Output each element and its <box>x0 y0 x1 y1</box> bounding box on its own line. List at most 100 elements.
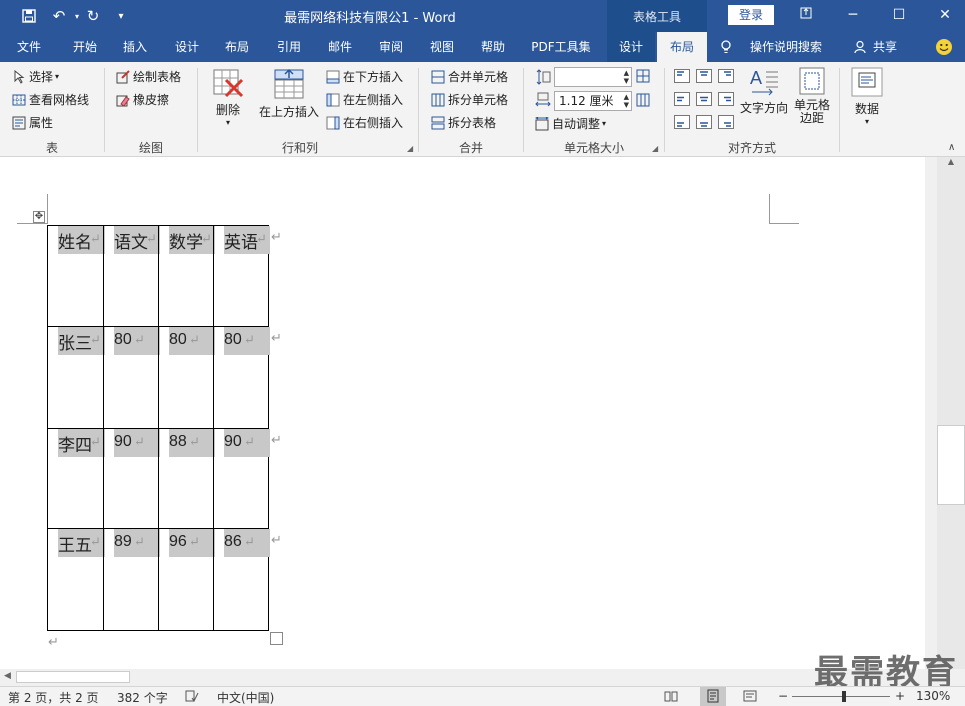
tab-mailings[interactable]: 邮件 <box>317 32 363 62</box>
tell-me-search[interactable]: 操作说明搜索 <box>740 32 832 62</box>
align-top-left-button[interactable] <box>674 69 690 83</box>
table-cell[interactable]: 86 ↵ <box>213 528 270 631</box>
row-height-input[interactable]: ▲ ▼ <box>554 67 632 87</box>
tab-pdf-tools[interactable]: PDF工具集 <box>524 32 598 62</box>
tab-help[interactable]: 帮助 <box>470 32 516 62</box>
tab-layout[interactable]: 布局 <box>214 32 260 62</box>
align-middle-right-button[interactable] <box>718 92 734 106</box>
table-cell[interactable]: 89 ↵ <box>103 528 160 631</box>
smiley-feedback-icon[interactable] <box>932 32 956 62</box>
table-cell[interactable]: 张三 ↵ <box>47 326 105 429</box>
page-indicator[interactable]: 第 2 页，共 2 页 <box>8 689 99 706</box>
horizontal-scroll-thumb[interactable] <box>16 671 130 683</box>
row-end-mark: ↵ <box>271 230 282 245</box>
align-middle-center-button[interactable] <box>696 92 712 106</box>
table-cell[interactable]: 李四 ↵ <box>47 428 105 529</box>
web-layout-icon[interactable] <box>743 689 757 706</box>
tab-view[interactable]: 视图 <box>419 32 465 62</box>
lightbulb-icon[interactable] <box>718 32 734 62</box>
login-button[interactable]: 登录 <box>728 5 774 25</box>
vertical-scrollbar[interactable]: ▲ <box>925 157 965 669</box>
zoom-level[interactable]: 130% <box>916 689 950 703</box>
align-bottom-right-button[interactable] <box>718 115 734 129</box>
vertical-scroll-track[interactable]: ▲ <box>937 157 965 669</box>
distribute-columns-button[interactable] <box>636 93 650 107</box>
tab-review[interactable]: 审阅 <box>368 32 414 62</box>
scroll-left-icon[interactable]: ◀ <box>4 671 11 681</box>
zoom-slider-track[interactable] <box>792 696 890 697</box>
gridlines-icon <box>12 93 26 107</box>
table-cell[interactable]: 语文 ↵ <box>103 225 160 327</box>
table-cell[interactable]: 80 ↵ <box>103 326 160 429</box>
score-table[interactable]: 姓名 ↵ 语文 ↵ 数学 ↵ 英语 ↵ 张三 ↵ 80 ↵ 80 ↵ 80 ↵ 李四 ↵ 90 ↵ … <box>47 225 270 631</box>
cell-margins-button[interactable]: 单元格 边距 <box>792 66 832 125</box>
insert-left-button[interactable]: 在左侧插入 <box>326 91 403 108</box>
align-bottom-left-button[interactable] <box>674 115 690 129</box>
table-cell[interactable]: 姓名 ↵ <box>47 225 105 327</box>
delete-button[interactable]: 删除 ▾ <box>208 68 248 127</box>
collapse-ribbon-icon[interactable]: ∧ <box>948 142 955 153</box>
table-cell[interactable]: 88 ↵ <box>158 428 215 529</box>
ribbon-display-icon[interactable] <box>793 4 819 26</box>
autofit-button[interactable]: 自动调整 ▾ <box>534 115 606 132</box>
table-cell[interactable]: 王五 ↵ <box>47 528 105 631</box>
align-bottom-center-button[interactable] <box>696 115 712 129</box>
zoom-out-icon[interactable]: − <box>778 689 788 703</box>
minimize-icon[interactable]: ─ <box>840 4 866 26</box>
distribute-rows-button[interactable] <box>636 69 650 83</box>
text-direction-button[interactable]: A 文字方向 <box>739 66 789 116</box>
data-button[interactable]: 数据 ▾ <box>849 67 885 126</box>
table-cell[interactable]: 80 ↵ <box>158 326 215 429</box>
table-cell[interactable]: 80 ↵ <box>213 326 270 429</box>
table-move-handle-icon[interactable]: ✥ <box>33 211 45 223</box>
table-cell[interactable]: 90 ↵ <box>213 428 270 529</box>
spinner-arrows-icon[interactable]: ▲ ▼ <box>624 93 629 109</box>
align-top-right-button[interactable] <box>718 69 734 83</box>
maximize-icon[interactable]: ☐ <box>886 4 912 26</box>
word-count[interactable]: 382 个字 <box>117 689 168 706</box>
print-layout-icon[interactable] <box>700 687 726 706</box>
table-cell[interactable]: 英语 ↵ <box>213 225 270 327</box>
insert-below-button[interactable]: 在下方插入 <box>326 68 403 85</box>
split-table-button[interactable]: 拆分表格 <box>431 114 496 131</box>
draw-table-button[interactable]: 绘制表格 <box>116 68 181 85</box>
view-gridlines-button[interactable]: 查看网格线 <box>12 91 89 108</box>
read-mode-icon[interactable] <box>664 689 678 706</box>
table-cell[interactable]: 96 ↵ <box>158 528 215 631</box>
align-middle-left-button[interactable] <box>674 92 690 106</box>
tab-file[interactable]: 文件 <box>6 32 52 62</box>
table-cell[interactable]: 90 ↵ <box>103 428 160 529</box>
merge-cells-button[interactable]: 合并单元格 <box>431 68 508 85</box>
cell-size-launcher-icon[interactable]: ◢ <box>652 144 658 153</box>
split-cells-button[interactable]: 拆分单元格 <box>431 91 508 108</box>
distribute-columns-icon <box>636 93 650 107</box>
tab-table-layout[interactable]: 布局 <box>657 32 707 62</box>
column-width-input[interactable]: 1.12 厘米 ▲ ▼ <box>554 91 632 111</box>
share-button[interactable]: 共享 <box>870 32 900 62</box>
proofing-icon[interactable] <box>185 689 199 706</box>
language-indicator[interactable]: 中文(中国) <box>217 689 274 706</box>
tab-design[interactable]: 设计 <box>164 32 210 62</box>
eraser-button[interactable]: 橡皮擦 <box>116 91 169 108</box>
zoom-in-icon[interactable]: + <box>895 689 905 703</box>
spinner-arrows-icon[interactable]: ▲ ▼ <box>624 69 629 85</box>
insert-right-button[interactable]: 在右侧插入 <box>326 114 403 131</box>
share-person-icon[interactable] <box>852 32 870 62</box>
rows-cols-launcher-icon[interactable]: ◢ <box>407 144 413 153</box>
zoom-slider-thumb[interactable] <box>842 691 846 702</box>
select-button[interactable]: 选择 ▾ <box>12 68 59 85</box>
tab-home[interactable]: 开始 <box>62 32 108 62</box>
table-resize-handle[interactable] <box>270 632 283 645</box>
tab-insert[interactable]: 插入 <box>112 32 158 62</box>
insert-above-button[interactable]: 在上方插入 <box>258 68 320 120</box>
vertical-scroll-thumb[interactable] <box>937 425 965 505</box>
document-canvas[interactable]: ✥ 姓名 ↵ 语文 ↵ 数学 ↵ 英语 ↵ 张三 ↵ 80 ↵ 80 ↵ 80 ↵ 李四 ↵ 90… <box>0 157 925 669</box>
close-icon[interactable]: ✕ <box>932 4 958 26</box>
align-top-center-button[interactable] <box>696 69 712 83</box>
tab-references[interactable]: 引用 <box>266 32 312 62</box>
properties-button[interactable]: 属性 <box>12 114 53 131</box>
align-top-left-icon <box>674 69 690 83</box>
table-cell[interactable]: 数学 ↵ <box>158 225 215 327</box>
scroll-up-icon[interactable]: ▲ <box>937 157 965 171</box>
tab-table-design[interactable]: 设计 <box>607 32 655 62</box>
